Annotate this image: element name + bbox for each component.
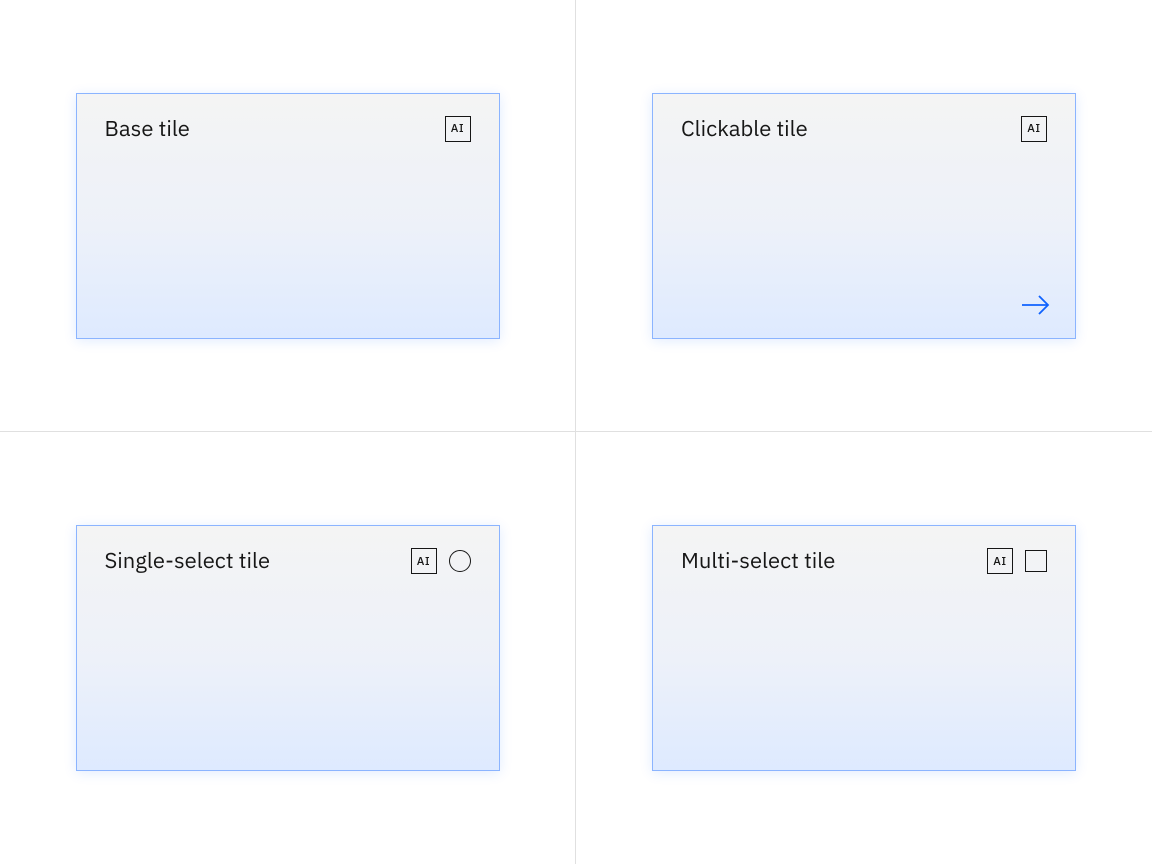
clickable-tile-title: Clickable tile <box>681 116 808 142</box>
tile-controls: AI <box>1021 116 1047 142</box>
tile-header: Base tile AI <box>105 116 471 142</box>
cell-clickable: Clickable tile AI <box>576 0 1152 432</box>
tile-grid: Base tile AI Clickable tile AI <box>0 0 1152 864</box>
multi-select-tile-title: Multi-select tile <box>681 548 835 574</box>
clickable-tile[interactable]: Clickable tile AI <box>652 93 1076 339</box>
multi-select-tile[interactable]: Multi-select tile AI <box>652 525 1076 771</box>
base-tile-title: Base tile <box>105 116 190 142</box>
base-tile: Base tile AI <box>76 93 500 339</box>
cell-multi-select: Multi-select tile AI <box>576 432 1152 864</box>
cell-single-select: Single-select tile AI <box>0 432 576 864</box>
radio-icon[interactable] <box>449 550 471 572</box>
tile-header: Single-select tile AI <box>105 548 471 574</box>
single-select-tile[interactable]: Single-select tile AI <box>76 525 500 771</box>
tile-controls: AI <box>411 548 471 574</box>
ai-label-icon: AI <box>411 548 437 574</box>
ai-label-icon: AI <box>1021 116 1047 142</box>
ai-label-icon: AI <box>445 116 471 142</box>
cell-base: Base tile AI <box>0 0 576 432</box>
tile-controls: AI <box>987 548 1047 574</box>
checkbox-icon[interactable] <box>1025 550 1047 572</box>
ai-label-icon: AI <box>987 548 1013 574</box>
tile-controls: AI <box>445 116 471 142</box>
tile-header: Multi-select tile AI <box>681 548 1047 574</box>
single-select-tile-title: Single-select tile <box>105 548 271 574</box>
tile-header: Clickable tile AI <box>681 116 1047 142</box>
arrow-right-icon <box>1021 294 1051 316</box>
